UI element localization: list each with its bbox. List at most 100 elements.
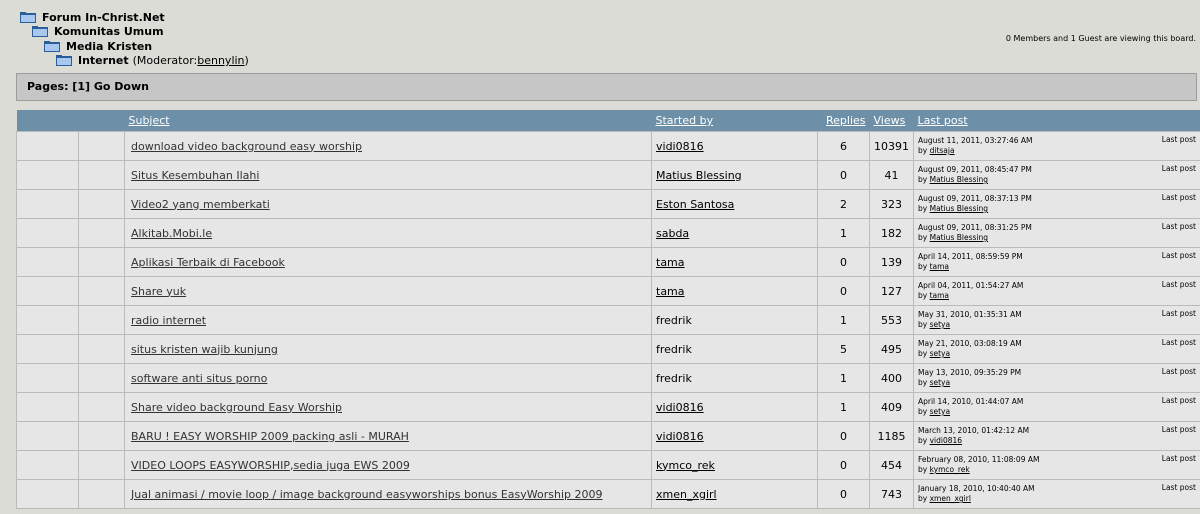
- last-post-link[interactable]: Last post: [1162, 135, 1196, 145]
- last-post-link[interactable]: Last post: [1162, 483, 1196, 493]
- last-post-link[interactable]: Last post: [1162, 193, 1196, 203]
- topic-views: 139: [869, 247, 914, 277]
- last-post-date: April 14, 2011, 08:59:59 PM: [918, 252, 1023, 261]
- last-post-author-link[interactable]: setya: [930, 320, 951, 329]
- topic-replies: 0: [817, 421, 870, 451]
- topic-starter[interactable]: sabda: [656, 227, 689, 240]
- topic-subject-link[interactable]: situs kristen wajib kunjung: [131, 343, 278, 356]
- last-post-link[interactable]: Last post: [1162, 222, 1196, 232]
- last-post-link[interactable]: Last post: [1162, 309, 1196, 319]
- last-post-link[interactable]: Last post: [1162, 454, 1196, 464]
- topic-starter[interactable]: vidi0816: [656, 401, 704, 414]
- breadcrumb-category[interactable]: Komunitas Umum: [32, 25, 249, 40]
- topic-type-icon: [78, 392, 125, 422]
- last-post-author-link[interactable]: Matius Blessing: [930, 233, 988, 242]
- topic-replies: 6: [817, 131, 870, 161]
- topic-subject-link[interactable]: Video2 yang memberkati: [131, 198, 270, 211]
- topic-starter-cell: tama: [651, 276, 818, 306]
- topic-views: 743: [869, 479, 914, 509]
- topic-starter[interactable]: xmen_xgirl: [656, 488, 717, 501]
- last-post-link[interactable]: Last post: [1162, 367, 1196, 377]
- topic-last-post-cell: April 14, 2011, 08:59:59 PM by tama Last p…: [913, 247, 1200, 277]
- topic-subject-link[interactable]: Alkitab.Mobi.le: [131, 227, 212, 240]
- last-post-author: by tama: [918, 262, 950, 271]
- topic-last-post-cell: August 09, 2011, 08:37:13 PM by Matius Bl…: [913, 189, 1200, 219]
- last-post-link[interactable]: Last post: [1162, 338, 1196, 348]
- last-post-author-link[interactable]: Matius Blessing: [930, 204, 988, 213]
- topic-status-icon: [16, 131, 79, 161]
- topic-views: 323: [869, 189, 914, 219]
- icon-column-header: [78, 110, 125, 132]
- last-post-author: by setya: [918, 378, 951, 387]
- breadcrumb-board[interactable]: Media Kristen: [44, 39, 249, 54]
- topic-replies: 5: [817, 334, 870, 364]
- topic-starter[interactable]: tama: [656, 256, 685, 269]
- topic-starter[interactable]: Eston Santosa: [656, 198, 734, 211]
- last-post-author-link[interactable]: setya: [930, 407, 951, 416]
- last-post-link[interactable]: Last post: [1162, 251, 1196, 261]
- folder-icon: [32, 26, 48, 38]
- breadcrumb-forum[interactable]: Forum In-Christ.Net: [20, 10, 249, 25]
- topic-type-icon: [78, 189, 125, 219]
- replies-header[interactable]: Replies: [817, 110, 870, 132]
- topic-subject-link[interactable]: download video background easy worship: [131, 140, 362, 153]
- topic-starter: fredrik: [656, 371, 692, 385]
- topic-starter[interactable]: tama: [656, 285, 685, 298]
- topic-views: 553: [869, 305, 914, 335]
- last-post-link[interactable]: Last post: [1162, 425, 1196, 435]
- last-post-author-link[interactable]: xmen_xgirl: [930, 494, 971, 503]
- last-post-author-link[interactable]: setya: [930, 378, 951, 387]
- last-post-author: by vidi0816: [918, 436, 963, 445]
- topic-starter[interactable]: Matius Blessing: [656, 169, 742, 182]
- last-post-link[interactable]: Last post: [1162, 396, 1196, 406]
- topic-subject-link[interactable]: Aplikasi Terbaik di Facebook: [131, 256, 285, 269]
- moderator-link[interactable]: bennylin: [197, 54, 244, 67]
- topic-starter[interactable]: vidi0816: [656, 430, 704, 443]
- last-post-date: August 09, 2011, 08:37:13 PM: [918, 194, 1032, 203]
- topic-last-post-cell: May 31, 2010, 01:35:31 AM by setya Last po…: [913, 305, 1200, 335]
- table-row: situs kristen wajib kunjung fredrik 5 495 Ma…: [16, 334, 1200, 364]
- topic-type-icon: [78, 450, 125, 480]
- last-post-link[interactable]: Last post: [1162, 280, 1196, 290]
- last-post-author-link[interactable]: ditsaja: [930, 146, 955, 155]
- last-post-author: by xmen_xgirl: [918, 494, 971, 503]
- topic-replies: 2: [817, 189, 870, 219]
- topic-subject-link[interactable]: software anti situs porno: [131, 372, 267, 385]
- topic-subject-link[interactable]: Situs Kesembuhan Ilahi: [131, 169, 259, 182]
- topic-type-icon: [78, 363, 125, 393]
- last-post-author-link[interactable]: vidi0816: [930, 436, 962, 445]
- last-post-author-link[interactable]: tama: [930, 262, 949, 271]
- last-post-author-link[interactable]: kymco_rek: [930, 465, 970, 474]
- subject-header[interactable]: Subject: [124, 110, 652, 132]
- table-row: Situs Kesembuhan Ilahi Matius Blessing 0 41…: [16, 160, 1200, 190]
- topic-last-post-cell: August 09, 2011, 08:45:47 PM by Matius Bl…: [913, 160, 1200, 190]
- topic-subject-link[interactable]: Jual animasi / movie loop / image backgr…: [131, 488, 603, 501]
- topic-starter[interactable]: vidi0816: [656, 140, 704, 153]
- last-post-header[interactable]: Last post: [913, 110, 1200, 132]
- topic-starter[interactable]: kymco_rek: [656, 459, 715, 472]
- topic-subject-link[interactable]: VIDEO LOOPS EASYWORSHIP,sedia juga EWS 2…: [131, 459, 410, 472]
- last-post-author-link[interactable]: Matius Blessing: [930, 175, 988, 184]
- last-post-link[interactable]: Last post: [1162, 164, 1196, 174]
- topic-last-post-cell: March 13, 2010, 01:42:12 AM by vidi0816 La…: [913, 421, 1200, 451]
- last-post-author-link[interactable]: setya: [930, 349, 951, 358]
- topic-subject-link[interactable]: Share yuk: [131, 285, 186, 298]
- topic-starter-cell: kymco_rek: [651, 450, 818, 480]
- last-post-date: February 08, 2010, 11:08:09 AM: [918, 455, 1040, 464]
- last-post-author: by tama: [918, 291, 950, 300]
- breadcrumb: Forum In-Christ.Net Komunitas Umum Media…: [20, 10, 249, 68]
- topic-subject-link[interactable]: radio internet: [131, 314, 206, 327]
- views-header[interactable]: Views: [869, 110, 914, 132]
- topic-table: Subject Started by Replies Views Last po…: [16, 110, 1200, 509]
- topic-subject-link[interactable]: Share video background Easy Worship: [131, 401, 342, 414]
- started-by-header[interactable]: Started by: [651, 110, 818, 132]
- last-post-author-link[interactable]: tama: [930, 291, 949, 300]
- topic-last-post-cell: August 09, 2011, 08:31:25 PM by Matius Bl…: [913, 218, 1200, 248]
- breadcrumb-label: Komunitas Umum: [54, 25, 164, 39]
- topic-subject-link[interactable]: BARU ! EASY WORSHIP 2009 packing asli - …: [131, 430, 409, 443]
- topic-status-icon: [16, 392, 79, 422]
- topic-views: 10391: [869, 131, 914, 161]
- pagination-bar[interactable]: Pages: [1] Go Down: [16, 73, 1197, 101]
- last-post-date: January 18, 2010, 10:40:40 AM: [918, 484, 1035, 493]
- topic-replies: 0: [817, 160, 870, 190]
